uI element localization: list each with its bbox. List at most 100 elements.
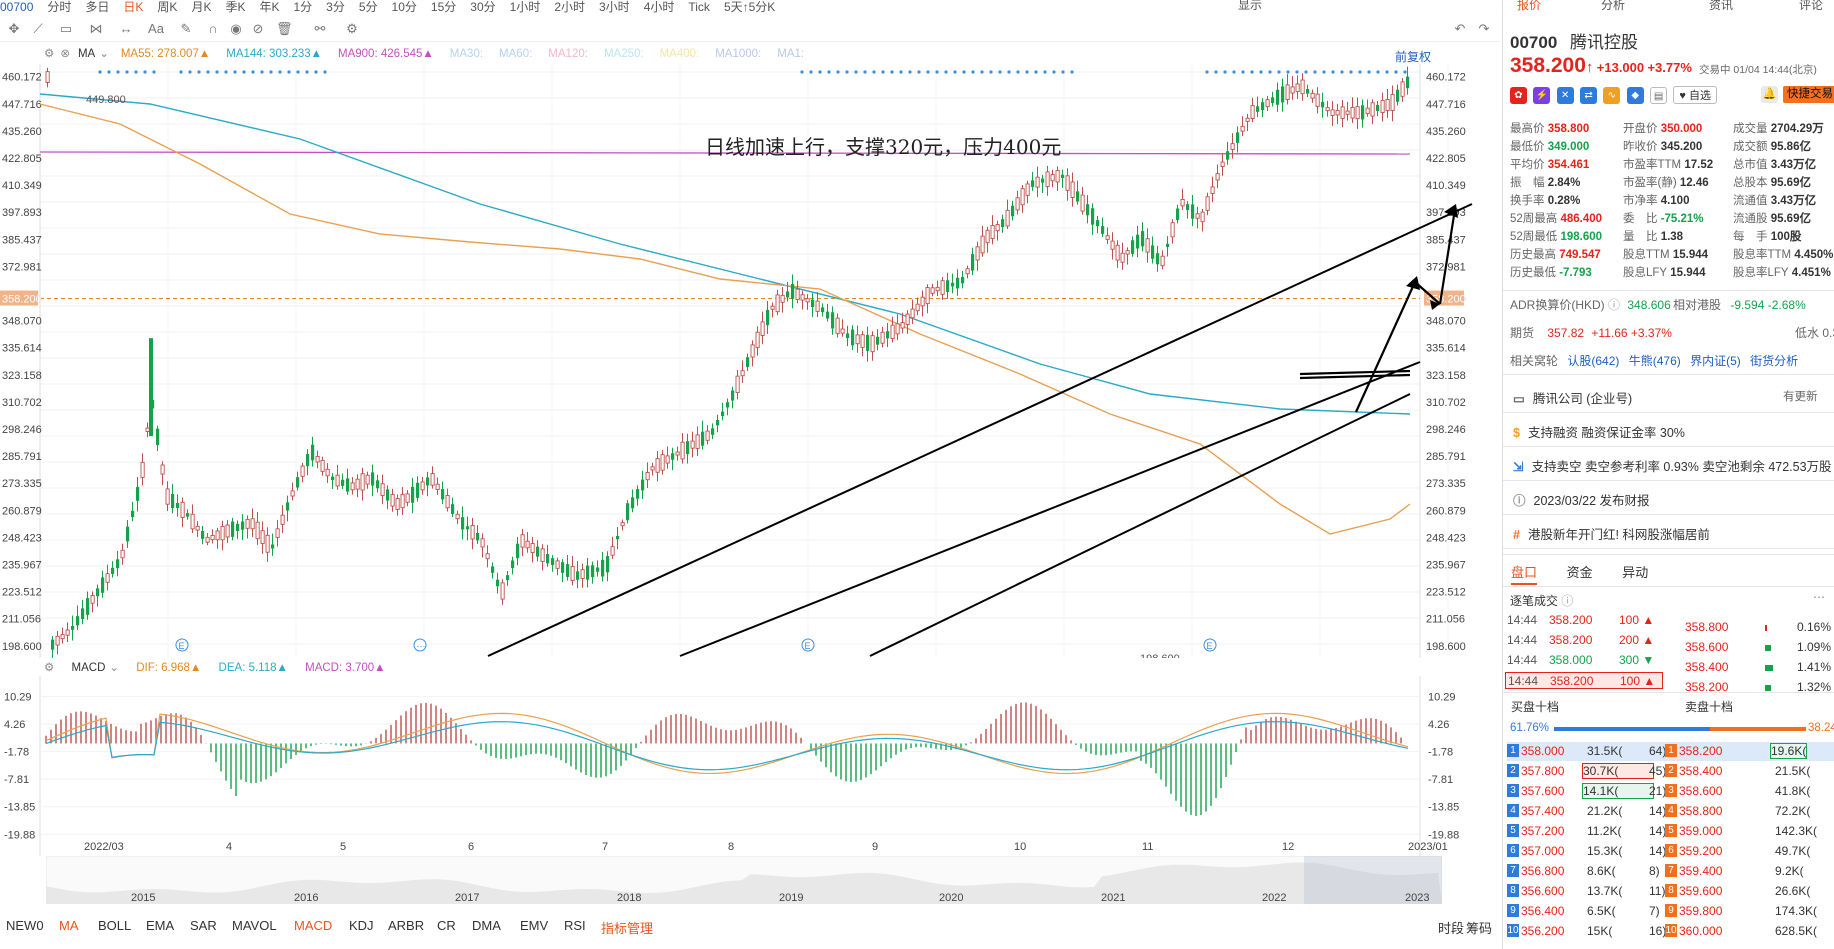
chevron-down-icon[interactable]: ⌄: [99, 48, 109, 60]
trendline-drawing[interactable]: [1299, 373, 1411, 380]
ma-legend-item[interactable]: MA900: 426.545▲: [338, 48, 434, 60]
macd-chart[interactable]: 10.29 10.29 4.26 4.26 -1.78 -1.78 -7.81 -7.81 -1…: [0, 676, 1500, 856]
info-item[interactable]: $ 支持融资 融资保证金率 30%: [1513, 422, 1685, 441]
indicator-tab[interactable]: ARBR: [388, 918, 424, 933]
cbbc-link[interactable]: 牛熊(476): [1629, 354, 1681, 368]
timeframe-tab[interactable]: 1小时: [510, 1, 541, 13]
arrow-tool-icon[interactable]: ↔: [118, 21, 134, 37]
timeframe-tab[interactable]: 2小时: [554, 1, 585, 13]
watchlist-button[interactable]: ♥ 自选: [1673, 86, 1717, 104]
bell-icon[interactable]: 🔔: [1761, 86, 1778, 103]
timeframe-tab[interactable]: 10分: [392, 1, 417, 13]
timeframe-tab[interactable]: 周K: [157, 1, 177, 13]
order-book-row[interactable]: 6 357.000 15.3K(14) 6 359.200 49.7K(: [1507, 842, 1834, 861]
settings-icon[interactable]: ⚙: [44, 48, 54, 60]
ma-legend-item[interactable]: MA30:: [450, 48, 483, 60]
order-book-row[interactable]: 8 356.600 13.7K(11) 8 359.600 26.6K(: [1507, 882, 1834, 901]
undo-icon[interactable]: ↶: [1452, 21, 1468, 37]
order-book-row[interactable]: 3 357.600 14.1K(21) 3 358.600 41.8K(: [1507, 782, 1834, 801]
timeframe-tab[interactable]: 季K: [225, 1, 245, 13]
magnet-icon[interactable]: ∩: [205, 21, 221, 37]
info-item[interactable]: ⓘ 2023/03/22 发布财报: [1513, 490, 1650, 509]
crosshair-icon[interactable]: ✥: [6, 21, 22, 37]
pen-tool-icon[interactable]: ✎: [178, 21, 194, 37]
ma-legend-item[interactable]: MA120:: [548, 48, 588, 60]
indicator-tab[interactable]: CR: [437, 918, 456, 933]
indicator-tab[interactable]: 指标管理: [601, 918, 653, 937]
settings-icon[interactable]: ⚙: [344, 21, 360, 37]
tab-orderbook[interactable]: 盘口: [1511, 565, 1538, 585]
bottom-right-tab[interactable]: 筹码: [1466, 918, 1492, 937]
trendline-drawing[interactable]: [487, 203, 1473, 657]
indicator-tab[interactable]: DMA: [472, 918, 501, 933]
street-analysis-link[interactable]: 街货分析: [1750, 354, 1798, 368]
close-icon[interactable]: ⊗: [60, 48, 70, 60]
info-item[interactable]: ⇲ 支持卖空 卖空参考利率 0.93% 卖空池剩余 472.53万股: [1513, 456, 1832, 475]
candlestick-chart[interactable]: 460.172 460.172 447.716 447.716 435.260 435.2…: [0, 64, 1500, 658]
order-book-row[interactable]: 5 357.200 11.2K(14) 5 359.000 142.3K(: [1507, 822, 1834, 841]
quick-trade-button[interactable]: 快捷交易: [1783, 86, 1834, 103]
indicator-tab[interactable]: BOLL: [98, 918, 131, 933]
indicator-tab[interactable]: SAR: [190, 918, 217, 933]
indicator-tab[interactable]: NEW0: [6, 918, 44, 933]
redo-icon[interactable]: ↷: [1476, 21, 1492, 37]
bottom-right-tab[interactable]: 时段: [1438, 918, 1464, 937]
indicator-tab[interactable]: MACD: [294, 918, 332, 933]
rect-tool-icon[interactable]: ▭: [58, 21, 74, 37]
line-tool-icon[interactable]: ⟋: [30, 21, 46, 37]
order-book-row[interactable]: 2 357.800 30.7K(45) 2 358.400 21.5K(: [1507, 762, 1834, 781]
timeframe-tab[interactable]: 3分: [326, 1, 345, 13]
ma-legend-item[interactable]: MA60:: [499, 48, 532, 60]
display-menu[interactable]: 显示: [1238, 0, 1262, 13]
annotation-text[interactable]: 日线加速上行，支撑320元，压力400元: [705, 135, 1061, 159]
tab-unusual[interactable]: 异动: [1622, 565, 1648, 580]
lock-icon[interactable]: ⊘: [250, 21, 266, 37]
timeframe-tab[interactable]: 15分: [431, 1, 456, 13]
info-item[interactable]: # 港股新年开门红! 科网股涨幅居前: [1513, 524, 1710, 543]
indicator-tab[interactable]: KDJ: [349, 918, 374, 933]
info-icon[interactable]: ⓘ: [1561, 594, 1573, 608]
timeframe-tab[interactable]: Tick: [688, 1, 710, 13]
indicator-tab[interactable]: EMV: [520, 918, 548, 933]
trendline-drawing[interactable]: [869, 393, 1411, 657]
ma-legend-item[interactable]: MA144: 303.233▲: [226, 48, 322, 60]
call-warrants-link[interactable]: 认股(642): [1567, 354, 1619, 368]
timeframe-tab[interactable]: 日K: [123, 1, 143, 13]
inline-warrants-link[interactable]: 界内证(5): [1690, 354, 1741, 368]
more-icon[interactable]: ⋯: [1813, 590, 1825, 604]
tab-quote[interactable]: 报价: [1517, 0, 1541, 13]
order-book-row[interactable]: 4 357.400 21.2K(14) 4 358.800 72.2K(: [1507, 802, 1834, 821]
ma-legend-item[interactable]: MA1:: [777, 48, 804, 60]
fib-tool-icon[interactable]: ⋈: [88, 21, 104, 37]
text-tool-icon[interactable]: Aa: [148, 21, 164, 37]
ma-legend-item[interactable]: MA250:: [604, 48, 644, 60]
link-icon[interactable]: ⚯: [312, 21, 328, 37]
tab-analysis[interactable]: 分析: [1601, 0, 1625, 13]
order-book-row[interactable]: 1 358.000 31.5K(64) 1 358.200 19.6K(: [1507, 742, 1834, 761]
order-book-row[interactable]: 10 356.200 15K(16) 10 360.000 628.5K(: [1507, 922, 1834, 941]
order-book-row[interactable]: 7 356.800 8.6K(8) 7 359.400 9.2K(: [1507, 862, 1834, 881]
timeframe-tab[interactable]: 3小时: [599, 1, 630, 13]
indicator-tab[interactable]: RSI: [564, 918, 586, 933]
timeframe-tab[interactable]: 分时: [47, 1, 71, 13]
info-icon[interactable]: ⓘ: [1608, 298, 1620, 312]
note-icon[interactable]: ▤: [1650, 86, 1668, 104]
overview-navigator[interactable]: [46, 856, 1442, 904]
timeframe-tab[interactable]: 30分: [470, 1, 495, 13]
ma-legend-item[interactable]: MA400:: [660, 48, 700, 60]
ma-legend-item[interactable]: MA55: 278.007▲: [121, 48, 210, 60]
indicator-tab[interactable]: EMA: [146, 918, 174, 933]
timeframe-tab[interactable]: 5天↑5分K: [724, 1, 775, 13]
timeframe-tab[interactable]: 00700: [0, 1, 33, 13]
info-item[interactable]: ▭ 腾讯公司 (企业号): [1513, 388, 1632, 407]
timeframe-tab[interactable]: 5分: [359, 1, 378, 13]
timeframe-tab[interactable]: 年K: [259, 1, 279, 13]
restore-adjust-button[interactable]: 前复权: [1395, 48, 1431, 65]
indicator-tab[interactable]: MAVOL: [232, 918, 277, 933]
tab-news[interactable]: 资讯: [1709, 0, 1733, 13]
trendline-drawing[interactable]: [679, 361, 1421, 657]
indicator-tab[interactable]: MA: [59, 918, 79, 933]
trash-icon[interactable]: 🗑: [276, 21, 293, 37]
order-book-row[interactable]: 9 356.400 6.5K(7) 9 359.800 174.3K(: [1507, 902, 1834, 921]
timeframe-tab[interactable]: 4小时: [644, 1, 675, 13]
